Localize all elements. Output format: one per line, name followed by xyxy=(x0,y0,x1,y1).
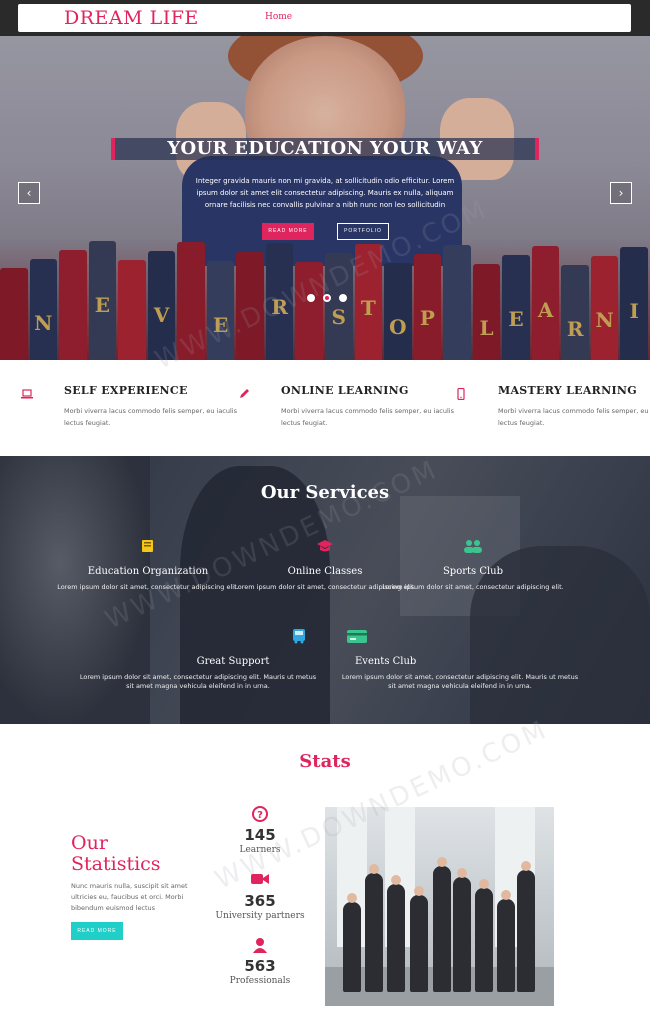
photo-person-head xyxy=(501,890,511,900)
pencil-icon xyxy=(237,388,251,403)
feature-text: Morbi viverra lacus commodo felis semper… xyxy=(498,407,650,427)
stat-university-partners: 365 University partners xyxy=(200,872,320,921)
service-text: Lorem ipsum dolor sit amet, consectetur … xyxy=(79,673,317,690)
service-title: Events Club xyxy=(355,656,417,667)
credit-card-icon xyxy=(340,628,580,648)
slider-next-arrow-icon[interactable]: › xyxy=(610,182,632,204)
services-section: Our Services Education Organization Lore… xyxy=(0,456,650,724)
hero-title: YOUR EDUCATION YOUR WAY xyxy=(167,138,483,159)
question-circle-icon: ? xyxy=(200,806,320,824)
service-title: Education Organization xyxy=(87,566,209,577)
stats-title: Stats xyxy=(299,751,351,772)
slider-dot[interactable] xyxy=(307,294,315,302)
feature-online-learning: ONLINE LEARNING Morbi viverra lacus comm… xyxy=(240,384,471,429)
hero-read-more-button[interactable]: READ MORE xyxy=(262,223,314,240)
photo-person xyxy=(517,870,535,992)
stat-professionals: 563 Professionals xyxy=(200,937,320,986)
slider-dot[interactable] xyxy=(323,294,331,302)
mobile-icon xyxy=(454,387,468,403)
service-sports-club: Sports Club Lorem ipsum dolor sit amet, … xyxy=(373,538,573,592)
feature-title: ONLINE LEARNING xyxy=(281,384,409,397)
services-title: Our Services xyxy=(260,482,390,503)
hero-portfolio-button[interactable]: PORTFOLIO xyxy=(337,223,389,240)
photo-person xyxy=(497,899,515,992)
stats-heading-line2: Statistics xyxy=(71,853,161,875)
users-icon xyxy=(373,538,573,558)
svg-text:?: ? xyxy=(257,810,263,821)
service-text: Lorem ipsum dolor sit amet, consectetur … xyxy=(57,583,239,591)
service-text: Lorem ipsum dolor sit amet, consectetur … xyxy=(382,583,564,591)
photo-person-head xyxy=(347,893,357,903)
photo-person xyxy=(410,895,428,992)
stats-description: Nunc mauris nulla, suscipit sit amet ult… xyxy=(71,882,188,912)
photo-person-head xyxy=(521,861,531,871)
photo-person xyxy=(453,877,471,992)
brand-logo[interactable]: DREAM LIFE xyxy=(64,7,199,29)
photo-person xyxy=(387,884,405,992)
feature-mastery-learning: MASTERY LEARNING Morbi viverra lacus com… xyxy=(457,384,650,429)
laptop-icon xyxy=(20,388,34,402)
hero-description: Integer gravida mauris non mi gravida, a… xyxy=(195,177,455,209)
stats-heading: Our Statistics xyxy=(71,833,161,875)
user-icon xyxy=(200,937,320,955)
service-title: Sports Club xyxy=(442,566,504,577)
feature-text: Morbi viverra lacus commodo felis semper… xyxy=(64,407,237,427)
service-events-club: Events Club Lorem ipsum dolor sit amet, … xyxy=(340,628,580,691)
photo-person-head xyxy=(479,879,489,889)
photo-person xyxy=(365,873,383,992)
feature-title: SELF EXPERIENCE xyxy=(64,384,188,397)
bus-icon xyxy=(78,628,318,648)
photo-person-head xyxy=(457,868,467,878)
service-great-support: Great Support Lorem ipsum dolor sit amet… xyxy=(78,628,318,691)
stat-value: 365 xyxy=(244,892,276,910)
stats-heading-line1: Our xyxy=(71,832,108,854)
stat-learners: ? 145 Learners xyxy=(200,806,320,855)
stat-value: 563 xyxy=(244,957,276,975)
photo-person xyxy=(343,902,361,992)
stat-label: University partners xyxy=(215,911,305,921)
feature-title: MASTERY LEARNING xyxy=(498,384,637,397)
slider-prev-arrow-icon[interactable]: ‹ xyxy=(18,182,40,204)
top-bar: DREAM LIFE Home xyxy=(0,0,650,36)
stat-value: 145 xyxy=(244,826,276,844)
photo-person-head xyxy=(414,886,424,896)
service-text: Lorem ipsum dolor sit amet, consectetur … xyxy=(341,673,579,690)
service-education-organization: Education Organization Lorem ipsum dolor… xyxy=(48,538,248,592)
photo-person-head xyxy=(369,864,379,874)
service-title: Great Support xyxy=(196,656,270,667)
hero-slider: NEVERSTOPLEARNI YOUR EDUCATION YOUR WAY … xyxy=(0,36,650,360)
photo-person xyxy=(475,888,493,992)
photo-person-head xyxy=(437,857,447,867)
stat-label: Professionals xyxy=(229,976,291,986)
book-icon xyxy=(48,538,248,558)
photo-person-head xyxy=(391,875,401,885)
slider-pagination xyxy=(307,294,347,302)
navbar: DREAM LIFE Home xyxy=(18,4,631,32)
feature-text: Morbi viverra lacus commodo felis semper… xyxy=(281,407,454,427)
nav-item-home[interactable]: Home xyxy=(265,12,292,22)
features-section: SELF EXPERIENCE Morbi viverra lacus comm… xyxy=(0,360,650,456)
video-camera-icon xyxy=(200,872,320,890)
stats-read-more-button[interactable]: READ MORE xyxy=(71,922,123,940)
photo-person xyxy=(433,866,451,992)
stat-label: Learners xyxy=(239,845,281,855)
feature-self-experience: SELF EXPERIENCE Morbi viverra lacus comm… xyxy=(21,384,254,429)
slider-dot[interactable] xyxy=(339,294,347,302)
stats-photo-business-team xyxy=(325,807,554,1006)
